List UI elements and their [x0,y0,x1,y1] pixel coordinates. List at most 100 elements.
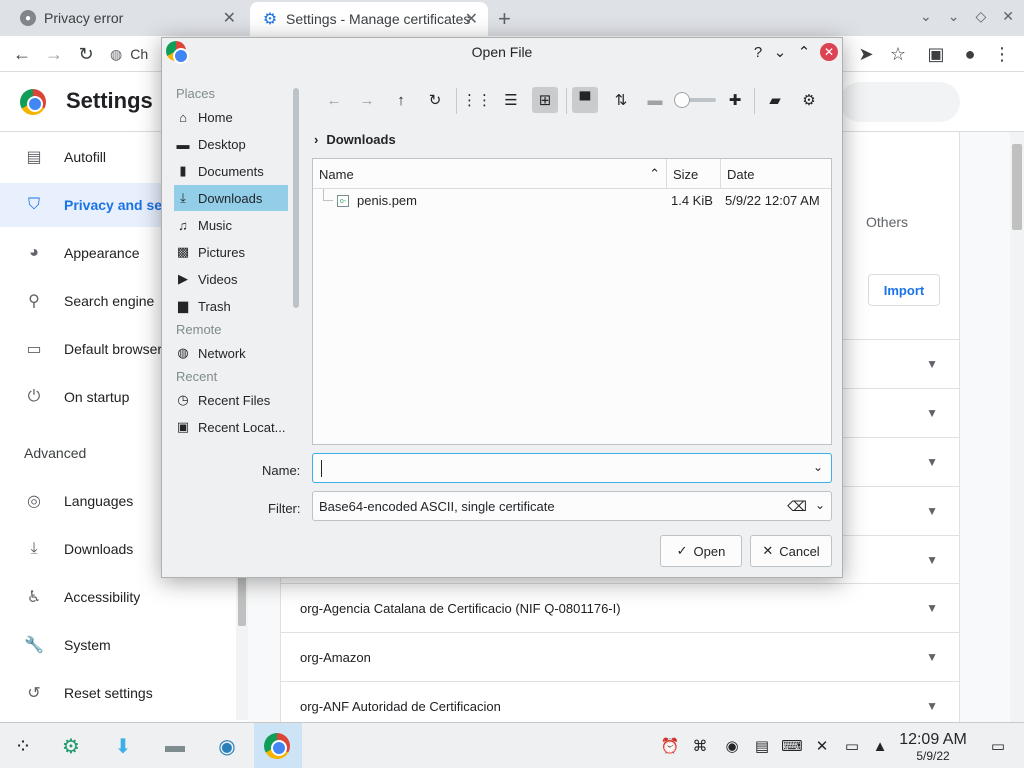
mute-icon[interactable]: ✕ [812,736,832,756]
new-folder-icon[interactable]: ▰ [762,87,788,113]
chevron-down-icon[interactable]: ▼ [926,650,938,664]
place-videos[interactable]: ▶ Videos [174,266,288,292]
site-info-icon[interactable]: ◍ [110,46,122,63]
place-network[interactable]: ◍ Network [174,340,288,366]
sidebar-item-reset[interactable]: ↺ Reset settings [0,671,236,715]
scrollbar-thumb[interactable] [1012,144,1022,230]
column-date[interactable]: Date [721,159,831,189]
zoom-out-icon[interactable]: ▬ [642,87,668,113]
reload-icon[interactable]: ↻ [74,42,98,66]
breadcrumb[interactable]: › Downloads [314,132,396,147]
place-home[interactable]: ⌂ Home [174,104,288,130]
tree-view-icon[interactable]: ⊞ [532,87,558,113]
restore-icon[interactable]: ◇ [975,8,986,25]
up-icon[interactable]: ↑ [388,87,414,113]
keyboard-icon[interactable]: ⌨ [781,736,803,756]
chevron-down-icon[interactable]: ▼ [926,504,938,518]
sidebar-item-accessibility[interactable]: ♿ Accessibility [0,575,236,619]
minimize-icon[interactable]: ⌄ [948,8,960,25]
disk-icon[interactable]: ◉ [722,736,742,756]
chevron-down-icon[interactable]: ▼ [926,357,938,371]
file-row[interactable]: o- penis.pem 1.4 KiB 5/9/22 12:07 AM [313,189,831,213]
tab-others[interactable]: Others [866,214,908,230]
advanced-heading[interactable]: Advanced [24,445,86,461]
back-icon[interactable]: ← [10,42,34,66]
clock[interactable]: 12:09 AM 5/9/22 [896,731,970,763]
dialog-titlebar[interactable]: Open File ? ⌄ ⌃ ✕ [162,38,842,66]
list-view-icon[interactable]: ☰ [498,87,524,113]
forward-icon[interactable]: → [354,87,380,113]
import-button[interactable]: Import [868,274,940,306]
app-launcher-icon[interactable]: ⁘ [8,731,38,761]
file-name-input[interactable]: ⌄ [312,453,832,483]
filter-select[interactable]: Base64-encoded ASCII, single certificate… [312,491,832,521]
chevron-down-icon[interactable]: ⌄ [813,460,823,474]
icon-view-icon[interactable]: ⋮⋮ [462,87,492,113]
place-documents[interactable]: ▮ Documents [174,158,288,184]
breadcrumb-item[interactable]: Downloads [326,132,395,147]
network-icon[interactable]: ▭ [842,736,862,756]
column-size[interactable]: Size [667,159,721,189]
chevron-down-icon[interactable]: ▼ [926,406,938,420]
file-manager-icon[interactable]: ▬ [160,731,190,761]
places-scrollbar[interactable] [293,88,299,308]
place-recent-files[interactable]: ◷ Recent Files [174,387,288,413]
sort-icon[interactable]: ⇅ [608,87,634,113]
clear-text-icon[interactable]: ⌫ [787,498,807,515]
chevron-down-icon[interactable]: ⌄ [920,8,932,25]
close-icon[interactable]: ✕ [223,8,236,28]
minimize-icon[interactable]: ⌄ [770,42,790,62]
place-desktop[interactable]: ▬ Desktop [174,131,288,157]
zoom-in-icon[interactable]: ✚ [722,87,748,113]
side-panel-icon[interactable]: ▣ [924,42,948,66]
send-icon[interactable]: ➤ [854,42,878,66]
chevron-down-icon[interactable]: ▼ [926,455,938,469]
help-icon[interactable]: ? [748,42,768,62]
close-icon[interactable]: ✕ [820,43,838,61]
slider-handle[interactable] [674,92,690,108]
tab-settings-certificates[interactable]: ⚙ Settings - Manage certificates ✕ [250,2,488,36]
place-music[interactable]: ♫ Music [174,212,288,238]
place-recent-locations[interactable]: ▣ Recent Locat... [174,414,288,440]
place-trash[interactable]: ▆ Trash [174,293,288,319]
chrome-task-icon[interactable] [264,733,290,759]
maximize-icon[interactable]: ⌃ [794,42,814,62]
cert-row[interactable]: org-Agencia Catalana de Certificacio (NI… [280,583,960,632]
column-name[interactable]: Name ⌃ [313,159,667,189]
chevron-down-icon[interactable]: ⌄ [815,498,825,512]
cancel-button[interactable]: ✕ Cancel [750,535,832,567]
place-pictures[interactable]: ▩ Pictures [174,239,288,265]
star-icon[interactable]: ☆ [886,42,910,66]
sidebar-item-system[interactable]: 🔧 System [0,623,236,667]
forward-icon[interactable]: → [42,42,66,66]
close-icon[interactable]: ✕ [1002,8,1014,25]
chevron-down-icon[interactable]: ▼ [926,553,938,567]
clipboard-icon[interactable]: ▤ [752,736,772,756]
connect-icon[interactable]: ⌘ [690,736,710,756]
close-icon[interactable]: ✕ [465,9,478,29]
discover-icon[interactable]: ⬇ [108,731,138,761]
tab-privacy-error[interactable]: ● Privacy error ✕ [8,2,246,34]
back-icon[interactable]: ← [321,87,347,113]
settings-app-icon[interactable]: ⚙ [56,731,86,761]
chevron-down-icon[interactable]: ▼ [926,601,938,615]
menu-icon[interactable]: ⋮ [990,42,1014,66]
scrollbar-thumb[interactable] [238,570,246,626]
open-button[interactable]: ✓ Open [660,535,742,567]
main-scrollbar[interactable] [1010,132,1024,722]
zoom-slider[interactable] [674,92,716,108]
new-tab-button[interactable]: + [498,6,511,32]
tab-strip: ● Privacy error ✕ ⚙ Settings - Manage ce… [0,0,1024,36]
chevron-down-icon[interactable]: ▼ [926,699,938,713]
show-desktop-icon[interactable]: ▭ [988,736,1008,756]
cert-row[interactable]: org-Amazon ▼ [280,632,960,681]
profile-icon[interactable]: ● [958,42,982,66]
preview-icon[interactable]: ▀ [572,87,598,113]
browser-globe-icon[interactable]: ◉ [212,731,242,761]
notifications-icon[interactable]: ⏰ [660,736,680,756]
settings-gear-icon[interactable]: ⚙ [796,87,822,113]
expand-tray-icon[interactable]: ▲ [870,736,890,756]
reload-icon[interactable]: ↻ [422,87,448,113]
place-downloads[interactable]: ⤓ Downloads [174,185,288,211]
search-settings-input[interactable] [840,82,960,122]
